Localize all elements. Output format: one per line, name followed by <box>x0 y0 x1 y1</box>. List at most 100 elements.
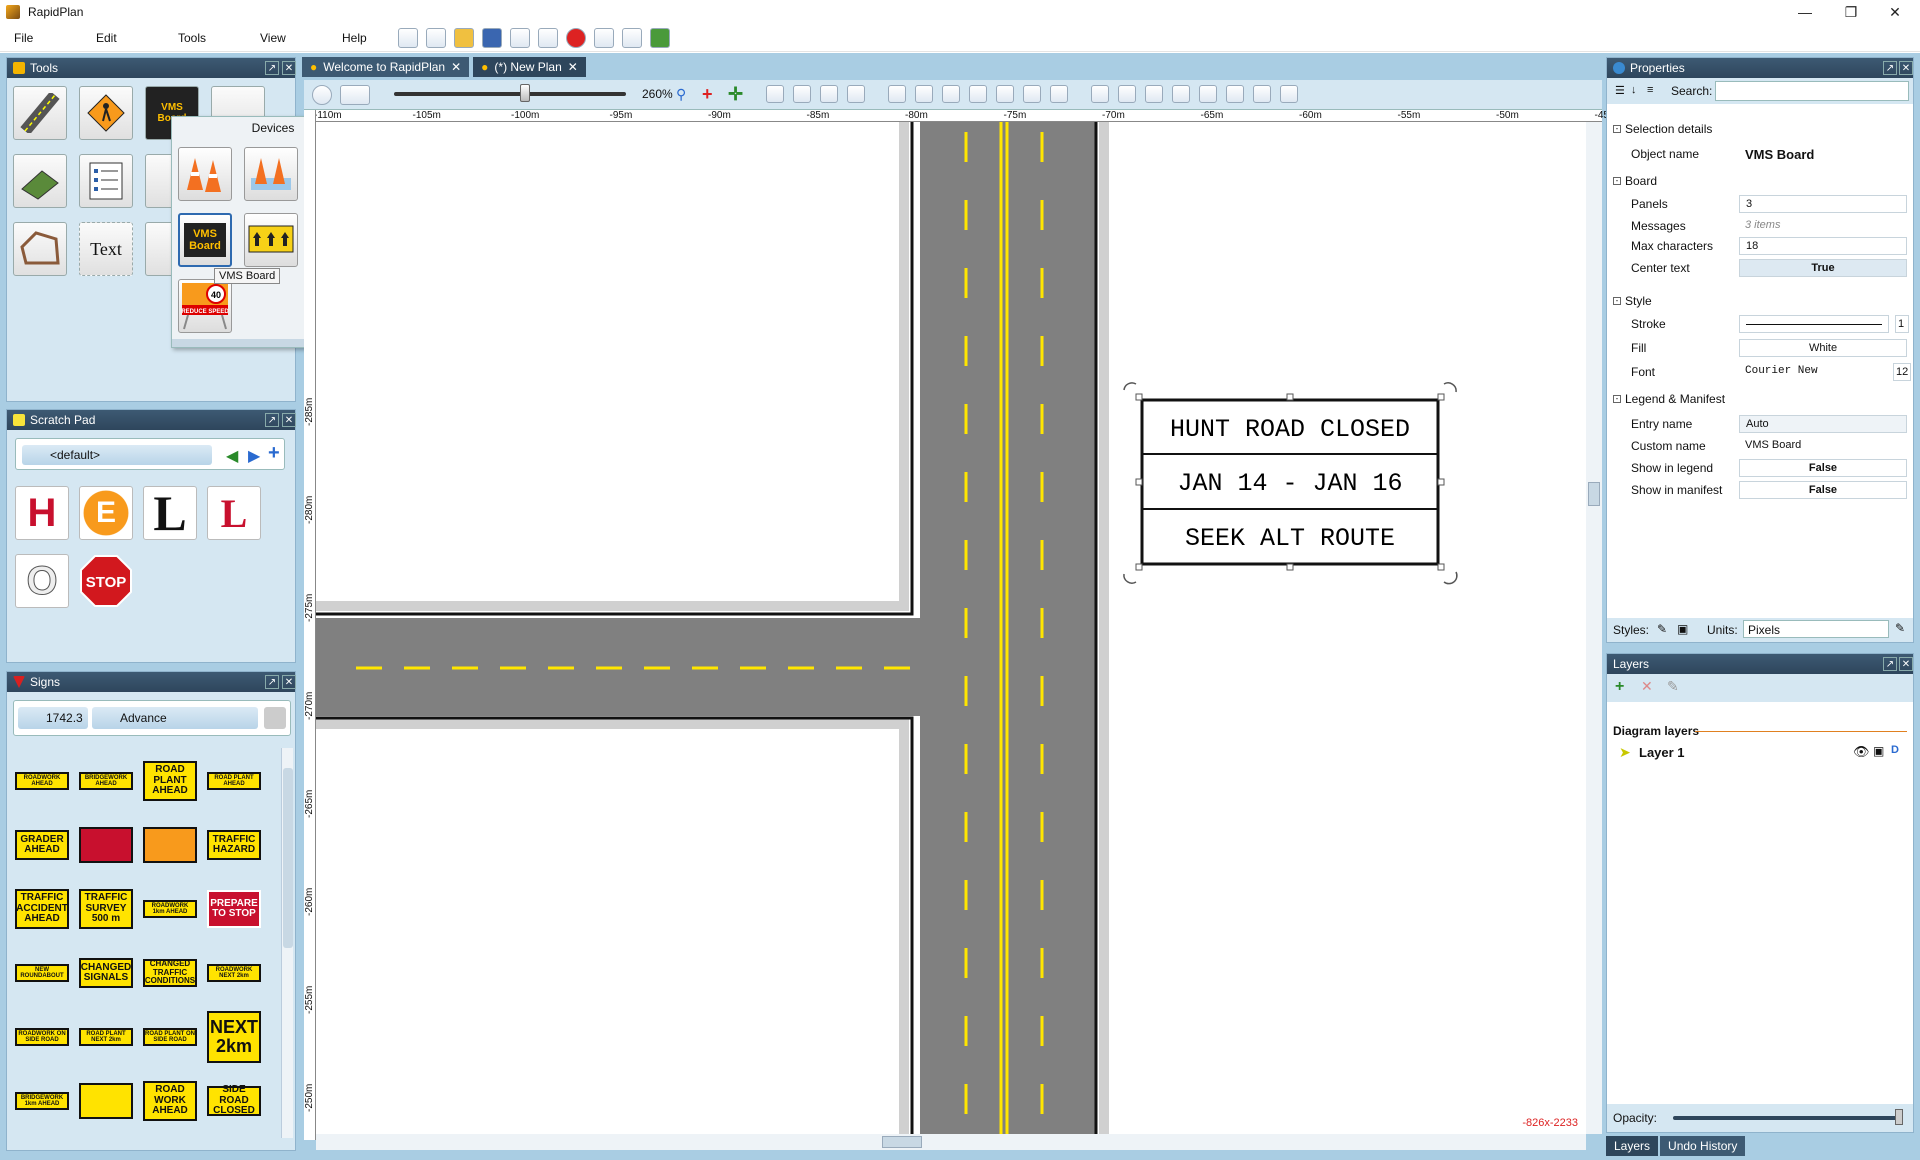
delete-layer-icon[interactable]: ✕ <box>1641 678 1653 695</box>
sign-item[interactable]: CHANGED TRAFFIC CONDITIONS <box>143 959 197 987</box>
globe-icon[interactable] <box>312 85 332 105</box>
pin-icon[interactable]: ↗ <box>1883 657 1897 671</box>
pedestrian-sign-tool[interactable] <box>79 86 133 140</box>
list-tool[interactable] <box>79 154 133 208</box>
scratch-item-l-red[interactable]: L <box>207 486 261 540</box>
sign-item[interactable]: BRIDGEWORK AHEAD <box>79 772 133 790</box>
next-icon[interactable]: ▶ <box>248 446 266 465</box>
delete-icon[interactable] <box>1050 85 1068 103</box>
resize-handle[interactable] <box>1135 393 1143 401</box>
sign-item[interactable]: TRAFFIC ACCIDENT AHEAD <box>15 889 69 929</box>
cut-icon[interactable] <box>1253 85 1271 103</box>
sign-item[interactable]: ROAD PLANT ON SIDE ROAD <box>143 1028 197 1046</box>
section-legend[interactable]: - Legend & Manifest <box>1613 392 1725 406</box>
resize-handle[interactable] <box>1286 393 1294 401</box>
close-icon[interactable]: ✕ <box>1899 657 1913 671</box>
font-size-input[interactable]: 12 <box>1893 363 1911 381</box>
sign-item[interactable]: SIDE ROAD CLOSED <box>207 1085 261 1116</box>
arrange-icon[interactable] <box>1118 85 1136 103</box>
road-tool[interactable] <box>13 86 67 140</box>
sign-item[interactable] <box>143 827 197 863</box>
vscroll-thumb[interactable] <box>1588 482 1600 506</box>
page-icon[interactable] <box>888 85 906 103</box>
page-setup-icon[interactable] <box>915 85 933 103</box>
binoculars-icon[interactable] <box>264 707 286 729</box>
edit-layer-icon[interactable]: ✎ <box>1667 678 1679 695</box>
resize-handle[interactable] <box>1437 393 1445 401</box>
crosshair-icon[interactable]: + <box>702 84 713 105</box>
sign-item[interactable]: ROAD WORK AHEAD <box>143 1081 197 1121</box>
sign-item[interactable]: BRIDGEWORK 1km AHEAD <box>15 1092 69 1110</box>
close-button[interactable]: ✕ <box>1880 2 1910 22</box>
sign-item[interactable] <box>79 1083 133 1119</box>
resize-handle[interactable] <box>1135 478 1143 486</box>
cones-device[interactable] <box>178 147 232 201</box>
section-style[interactable]: - Style <box>1613 294 1652 308</box>
open-icon[interactable] <box>454 28 474 48</box>
hscroll-thumb[interactable] <box>882 1136 922 1148</box>
rotate-handle-icon[interactable] <box>1443 571 1458 585</box>
sign-item[interactable]: TRAFFIC HAZARD <box>207 830 261 860</box>
edit-icon[interactable]: ✎ <box>1895 621 1905 635</box>
stroke-picker[interactable] <box>1739 315 1889 333</box>
resize-handle[interactable] <box>1135 563 1143 571</box>
show-legend-toggle[interactable]: False <box>1739 459 1907 477</box>
units-select[interactable]: Pixels <box>1743 620 1889 638</box>
paste-icon[interactable] <box>1280 85 1298 103</box>
cones-mat-device[interactable] <box>244 147 298 201</box>
visibility-icon[interactable]: 👁 <box>1853 744 1870 760</box>
category-dropdown[interactable]: Advance <box>92 707 258 729</box>
copy-icon[interactable] <box>1226 85 1244 103</box>
resize-handle[interactable] <box>1437 563 1445 571</box>
checkbox-icon[interactable] <box>622 28 642 48</box>
distribute-icon[interactable] <box>996 85 1014 103</box>
vms-board-device[interactable]: VMS Board <box>178 213 232 267</box>
sign-item[interactable]: ROADWORK ON SIDE ROAD <box>15 1028 69 1046</box>
pin-icon[interactable]: ↗ <box>265 61 279 75</box>
center-text-toggle[interactable]: True <box>1739 259 1907 277</box>
tab-close-icon[interactable]: ✕ <box>451 60 461 74</box>
section-selection[interactable]: - Selection details <box>1613 122 1712 136</box>
tab-new-plan[interactable]: ● (*) New Plan ✕ <box>473 57 586 77</box>
tab-welcome[interactable]: ● Welcome to RapidPlan ✕ <box>302 57 470 77</box>
menu-tools[interactable]: Tools <box>164 31 246 45</box>
canvas-vertical-scrollbar[interactable] <box>1586 122 1602 1134</box>
stroke-width-input[interactable]: 1 <box>1895 315 1909 333</box>
close-icon[interactable]: ✕ <box>282 413 296 427</box>
sign-item[interactable]: ROADWORK NEXT 2km <box>207 964 261 982</box>
canvas-horizontal-scrollbar[interactable] <box>316 1134 1586 1150</box>
text-tool[interactable]: Text <box>79 222 133 276</box>
properties-search-input[interactable] <box>1715 81 1909 101</box>
tab-undo-history[interactable]: Undo History <box>1660 1136 1746 1156</box>
rotate-handle-icon[interactable] <box>1443 382 1457 393</box>
close-plan-icon[interactable] <box>566 28 586 48</box>
signs-scroll-thumb[interactable] <box>283 768 293 948</box>
sign-item[interactable]: NEW ROUNDABOUT <box>15 964 69 982</box>
rotate-handle-icon[interactable] <box>1123 382 1137 391</box>
print-icon[interactable] <box>510 28 530 48</box>
redo-icon[interactable] <box>1199 85 1217 103</box>
list-icon[interactable]: ≡ <box>1647 84 1653 96</box>
opacity-thumb[interactable] <box>1895 1109 1903 1125</box>
close-icon[interactable]: ✕ <box>282 675 296 689</box>
sign-item[interactable]: ROADWORK AHEAD <box>15 772 69 790</box>
sign-item[interactable] <box>79 827 133 863</box>
collapse-icon[interactable]: - <box>1613 125 1621 133</box>
standard-dropdown[interactable]: 1742.3 <box>18 707 88 729</box>
rotate-handle-icon[interactable] <box>1123 573 1137 584</box>
scratch-item-o[interactable]: O <box>15 554 69 608</box>
minimize-button[interactable]: — <box>1790 2 1820 22</box>
close-icon[interactable]: ✕ <box>282 61 296 75</box>
shape-tool[interactable] <box>13 222 67 276</box>
plan-canvas[interactable]: HUNT ROAD CLOSED JAN 14 - JAN 16 SEEK AL… <box>316 122 1586 1134</box>
tools-icon[interactable] <box>594 28 614 48</box>
order-icon[interactable] <box>1145 85 1163 103</box>
sign-item[interactable]: CHANGED SIGNALS <box>79 958 133 988</box>
font-picker[interactable]: Courier New <box>1739 363 1889 381</box>
scratch-pad-dropdown[interactable]: <default> <box>22 445 212 465</box>
scratch-item-h[interactable]: H <box>15 486 69 540</box>
export-icon[interactable] <box>538 28 558 48</box>
layer-row[interactable]: ➤ Layer 1 👁 ▣ D <box>1613 742 1907 764</box>
lock-icon[interactable]: ▣ <box>1873 744 1884 758</box>
tab-layers[interactable]: Layers <box>1606 1136 1659 1156</box>
